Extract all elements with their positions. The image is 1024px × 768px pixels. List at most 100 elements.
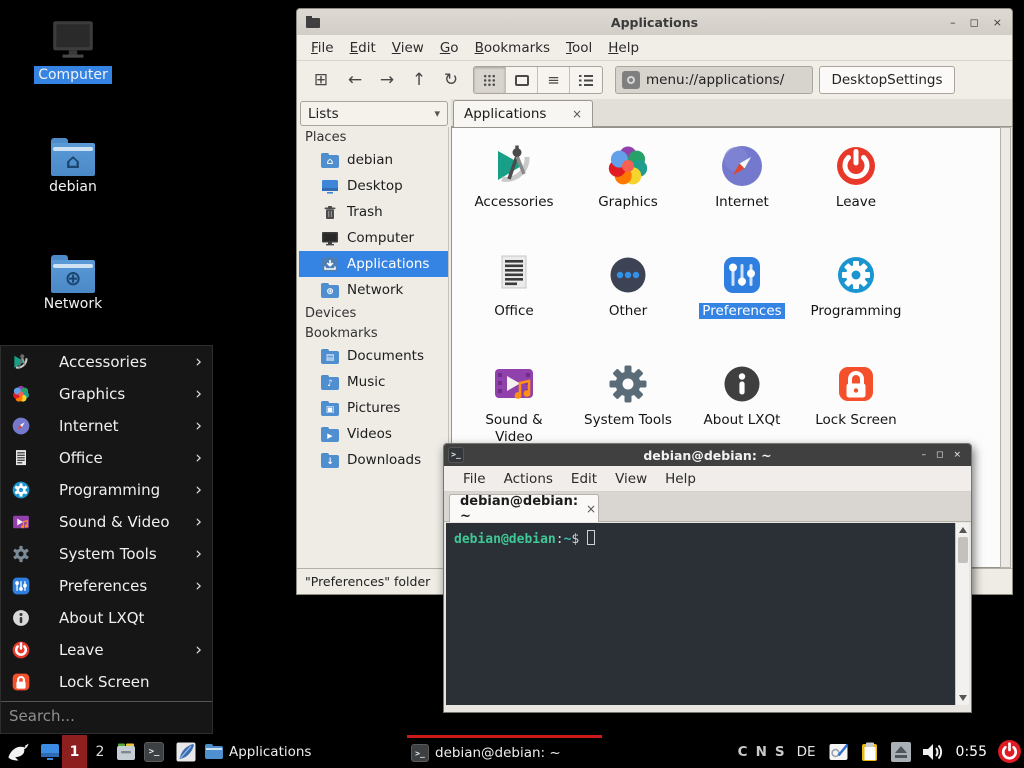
- new-tab-icon: ⊞: [314, 70, 328, 90]
- terminal-titlebar[interactable]: >_ debian@debian: ~ – ◻ ×: [444, 444, 971, 466]
- thumbnail-view-button[interactable]: [506, 67, 538, 93]
- menu-item-graphics[interactable]: Graphics ›: [1, 378, 212, 410]
- menu-file[interactable]: File: [454, 468, 495, 490]
- menu-item-lock-screen[interactable]: Lock Screen: [1, 666, 212, 698]
- menu-item-office[interactable]: Office ›: [1, 442, 212, 474]
- task-button-applications[interactable]: Applications: [205, 735, 355, 768]
- task-button-terminal[interactable]: >_ debian@debian: ~: [407, 735, 602, 768]
- detailed-list-view-button[interactable]: ≡: [538, 67, 570, 93]
- menu-item-accessories[interactable]: Accessories ›: [1, 346, 212, 378]
- up-button[interactable]: ↑: [405, 66, 433, 94]
- menu-edit[interactable]: Edit: [562, 468, 606, 490]
- eject-removable-media-icon[interactable]: [889, 740, 913, 764]
- minimize-button[interactable]: –: [921, 450, 926, 461]
- sidebar-item-music[interactable]: ♪ Music: [299, 369, 448, 395]
- menu-item-about-lxqt[interactable]: About LXQt: [1, 602, 212, 634]
- grid-item-office[interactable]: Office: [457, 247, 571, 353]
- sidebar-item-trash[interactable]: Trash: [299, 199, 448, 225]
- fm-titlebar[interactable]: Applications – ◻ ×: [297, 9, 1012, 35]
- sidebar-item-desktop[interactable]: Desktop: [299, 173, 448, 199]
- menu-view[interactable]: View: [606, 468, 656, 490]
- menu-file[interactable]: File: [303, 37, 342, 59]
- terminal-tab[interactable]: debian@debian: ~ ×: [449, 494, 599, 522]
- show-desktop-button[interactable]: [38, 735, 62, 768]
- grid-item-graphics[interactable]: Graphics: [571, 138, 685, 244]
- terminal-scrollbar[interactable]: [955, 523, 969, 705]
- tab-close-icon[interactable]: ×: [572, 107, 582, 121]
- menu-go[interactable]: Go: [432, 37, 467, 59]
- desktop-icon-network[interactable]: ⊕ Network: [27, 255, 119, 313]
- forward-button[interactable]: →: [373, 66, 401, 94]
- close-button[interactable]: ×: [993, 17, 1002, 28]
- sidebar-item-videos[interactable]: ▶ Videos: [299, 421, 448, 447]
- grid-item-accessories[interactable]: Accessories: [457, 138, 571, 244]
- quicklaunch-file-manager[interactable]: [114, 735, 138, 768]
- sidebar-item-applications[interactable]: Applications: [299, 251, 448, 277]
- up-icon: ↑: [412, 70, 426, 90]
- keyboard-layout-indicator[interactable]: DE: [797, 744, 816, 760]
- submenu-arrow-icon: ›: [195, 352, 202, 372]
- menu-search-input[interactable]: Search...: [1, 701, 212, 730]
- workspace-2-button[interactable]: 2: [92, 735, 108, 768]
- scroll-up-icon[interactable]: [959, 527, 967, 533]
- tab-applications[interactable]: Applications ×: [453, 100, 593, 127]
- scrollbar-thumb[interactable]: [958, 537, 968, 563]
- computer-icon: [321, 231, 339, 246]
- workspace-1-button[interactable]: 1: [62, 735, 87, 768]
- icon-view-button[interactable]: [474, 67, 506, 93]
- lists-combobox[interactable]: Lists ▾: [300, 101, 448, 126]
- clock[interactable]: 0:55: [956, 744, 987, 760]
- menu-actions[interactable]: Actions: [495, 468, 562, 490]
- sidebar-item-computer[interactable]: Computer: [299, 225, 448, 251]
- menu-item-programming[interactable]: Programming ›: [1, 474, 212, 506]
- desktop-icon-computer[interactable]: Computer: [27, 18, 119, 84]
- sidebar-item-pictures[interactable]: ▣ Pictures: [299, 395, 448, 421]
- terminal-cursor: [587, 530, 595, 545]
- menu-help[interactable]: Help: [656, 468, 705, 490]
- sidebar-item-downloads[interactable]: ↓ Downloads: [299, 447, 448, 473]
- grid-item-programming[interactable]: Programming: [799, 247, 913, 353]
- sidebar-item-debian[interactable]: ⌂ debian: [299, 147, 448, 173]
- menu-edit[interactable]: Edit: [342, 37, 384, 59]
- app-menu-button[interactable]: [5, 735, 32, 768]
- menu-item-preferences[interactable]: Preferences ›: [1, 570, 212, 602]
- menu-view[interactable]: View: [384, 37, 432, 59]
- fm-vertical-scrollbar[interactable]: [1000, 127, 1011, 568]
- menu-help[interactable]: Help: [600, 37, 647, 59]
- menu-item-system-tools[interactable]: System Tools ›: [1, 538, 212, 570]
- grid-item-internet[interactable]: Internet: [685, 138, 799, 244]
- menu-item-sound-video[interactable]: Sound & Video ›: [1, 506, 212, 538]
- compact-view-button[interactable]: [570, 67, 602, 93]
- reload-button[interactable]: ↻: [437, 66, 465, 94]
- scroll-down-icon[interactable]: [959, 695, 967, 701]
- grid-item-leave[interactable]: Leave: [799, 138, 913, 244]
- menu-tool[interactable]: Tool: [558, 37, 600, 59]
- terminal-screen[interactable]: debian@debian:~$: [446, 523, 969, 705]
- quicklaunch-featherpad[interactable]: [174, 735, 198, 768]
- path-bar[interactable]: menu://applications/: [615, 66, 813, 94]
- back-button[interactable]: ←: [341, 66, 369, 94]
- clipboard-icon[interactable]: [858, 740, 882, 764]
- sidebar-item-documents[interactable]: ▤ Documents: [299, 343, 448, 369]
- maximize-button[interactable]: ◻: [936, 450, 943, 461]
- sidebar-item-network[interactable]: ⊕ Network: [299, 277, 448, 303]
- maximize-button[interactable]: ◻: [970, 17, 979, 28]
- menu-item-leave[interactable]: Leave ›: [1, 634, 212, 666]
- screenshot-tool-icon[interactable]: [827, 740, 851, 764]
- lists-combobox-value: Lists: [308, 106, 339, 122]
- volume-icon[interactable]: [920, 740, 946, 764]
- menu-bookmarks[interactable]: Bookmarks: [467, 37, 558, 59]
- power-button-icon[interactable]: [997, 739, 1022, 764]
- quicklaunch-terminal[interactable]: >_: [144, 735, 164, 768]
- lock-icon: [799, 356, 913, 408]
- grid-item-other[interactable]: Other: [571, 247, 685, 353]
- menu-item-internet[interactable]: Internet ›: [1, 410, 212, 442]
- minimize-button[interactable]: –: [950, 17, 956, 28]
- desktop-icon-debian[interactable]: ⌂ debian: [27, 138, 119, 196]
- close-button[interactable]: ×: [953, 450, 961, 461]
- new-tab-button[interactable]: ⊞: [307, 66, 335, 94]
- grid-item-preferences[interactable]: Preferences: [685, 247, 799, 353]
- tab-close-icon[interactable]: ×: [586, 502, 596, 516]
- terminal-window-title: debian@debian: ~: [444, 448, 971, 463]
- desktop-settings-button[interactable]: DesktopSettings: [819, 66, 955, 94]
